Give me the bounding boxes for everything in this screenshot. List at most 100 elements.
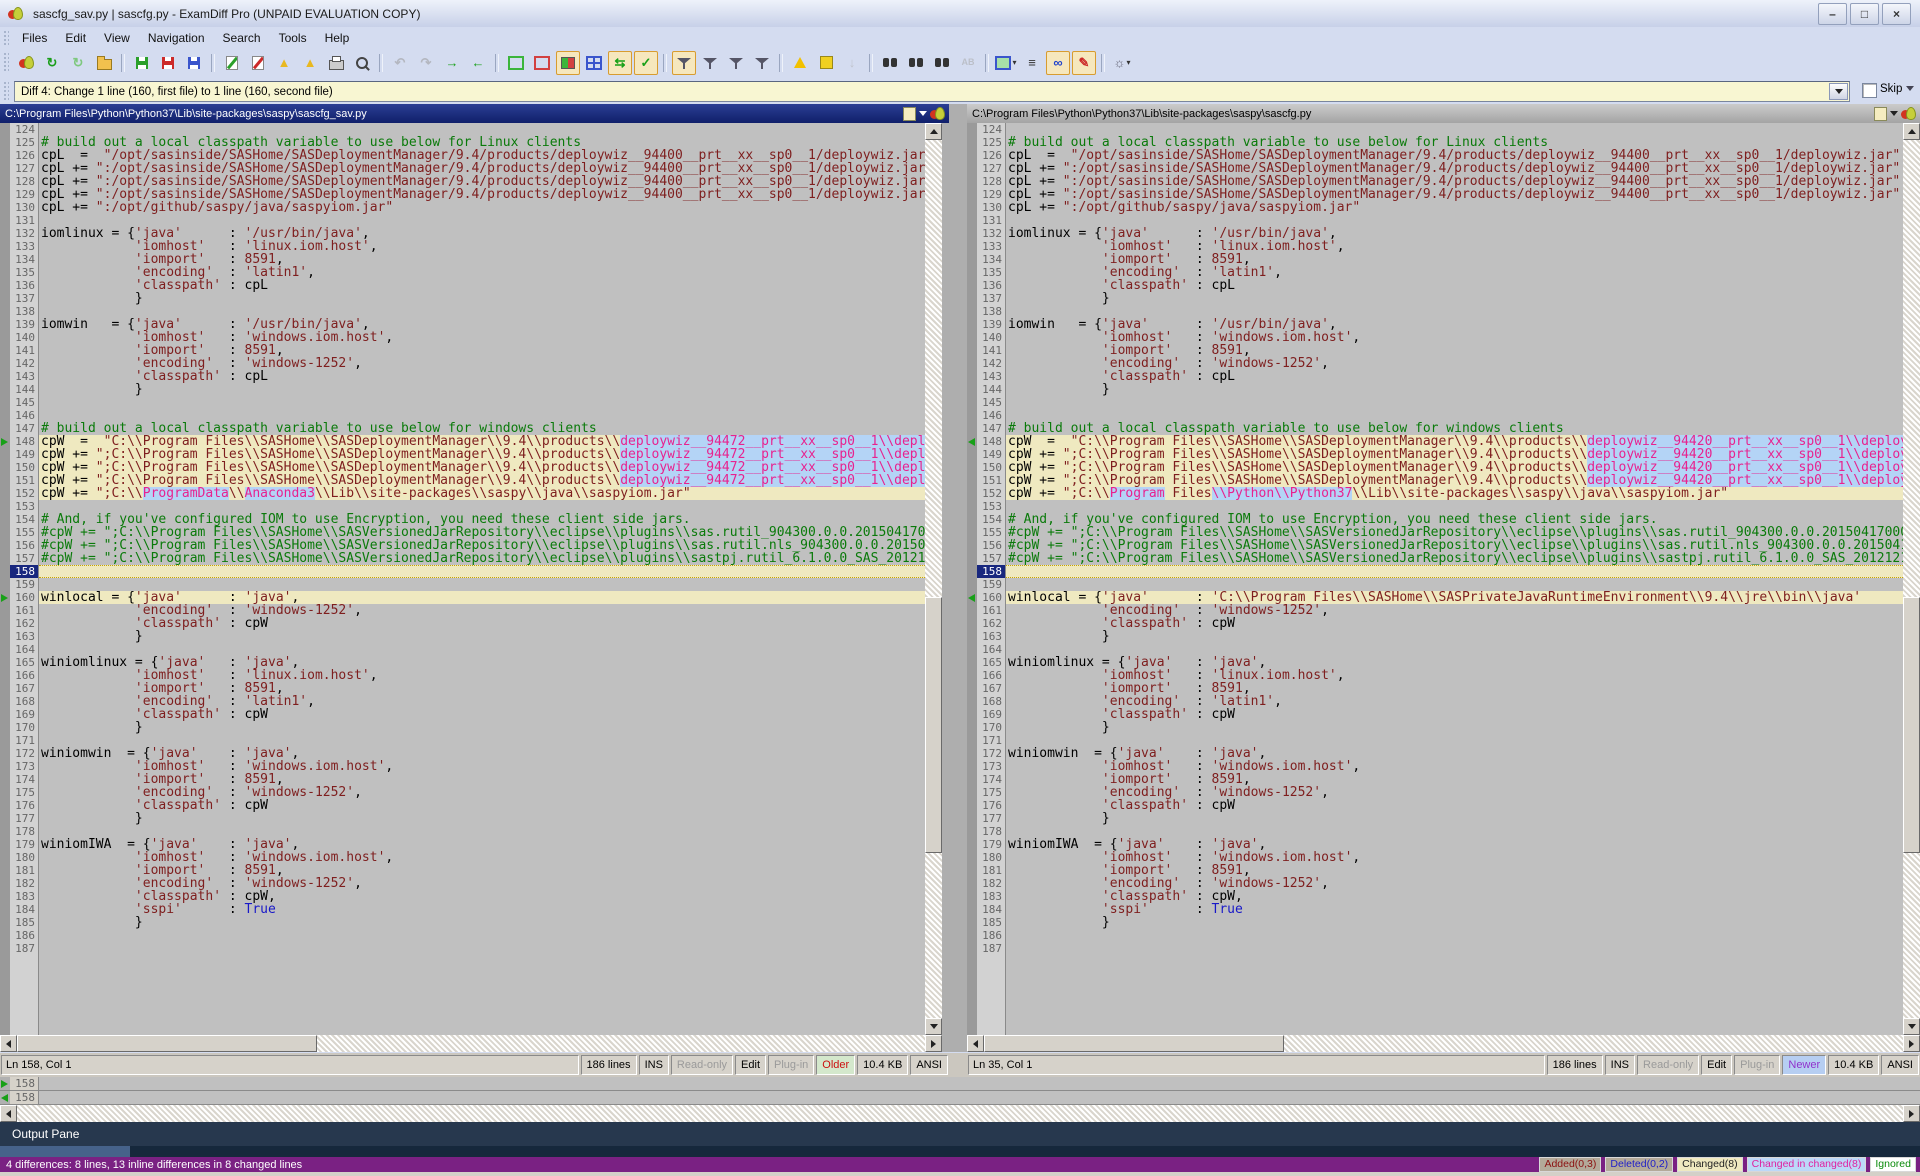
- code-line-148[interactable]: 148cpW = "C:\\Program Files\\SASHome\\SA…: [967, 435, 1903, 448]
- code-line-167[interactable]: 167 'iomport' : 8591,: [0, 682, 925, 695]
- code-line-174[interactable]: 174 'iomport' : 8591,: [967, 773, 1903, 786]
- undo-button[interactable]: ↶: [388, 51, 412, 75]
- code-line-129[interactable]: 129cpL += ":/opt/sasinside/SASHome/SASDe…: [967, 188, 1903, 201]
- menu-item-tools[interactable]: Tools: [270, 29, 316, 47]
- diff-combo-dropdown-icon[interactable]: [1829, 83, 1848, 100]
- code-line-171[interactable]: 171: [0, 734, 925, 747]
- code-line-181[interactable]: 181 'iomport' : 8591,: [0, 864, 925, 877]
- code-line-125[interactable]: 125# build out a local classpath variabl…: [0, 136, 925, 149]
- code-line-132[interactable]: 132iomlinux = {'java' : '/usr/bin/java',: [0, 227, 925, 240]
- grid-view-button[interactable]: [582, 51, 606, 75]
- current-diff-pane-scrollbar[interactable]: [0, 1105, 1920, 1122]
- code-line-170[interactable]: 170 }: [967, 721, 1903, 734]
- edit-first-button[interactable]: [220, 51, 244, 75]
- synchronize-scrolling-button[interactable]: ⇆: [608, 51, 632, 75]
- code-line-161[interactable]: 161 'encoding' : 'windows-1252',: [0, 604, 925, 617]
- code-line-165[interactable]: 165winiomlinux = {'java' : 'java',: [967, 656, 1903, 669]
- code-line-150[interactable]: 150cpW += ";C:\\Program Files\\SASHome\\…: [967, 461, 1903, 474]
- code-line-159[interactable]: 159: [967, 578, 1903, 591]
- toolbar-overflow-chevron-icon[interactable]: [1906, 86, 1914, 91]
- code-line-145[interactable]: 145: [0, 396, 925, 409]
- show-changed-filter-button[interactable]: [750, 51, 774, 75]
- code-line-128[interactable]: 128cpL += ":/opt/sasinside/SASHome/SASDe…: [0, 175, 925, 188]
- code-line-147[interactable]: 147# build out a local classpath variabl…: [0, 422, 925, 435]
- file-actions-icon[interactable]: [1874, 107, 1887, 121]
- menu-grip[interactable]: [3, 30, 9, 45]
- show-all-diffs-filter-button[interactable]: [672, 51, 696, 75]
- highlight-inline-diffs-button[interactable]: [814, 51, 838, 75]
- code-line-144[interactable]: 144 }: [967, 383, 1903, 396]
- find-next-button[interactable]: [904, 51, 928, 75]
- first-file-pane[interactable]: 124125# build out a local classpath vari…: [0, 123, 925, 1035]
- code-line-154[interactable]: 154# And, if you've configured IOM to us…: [967, 513, 1903, 526]
- code-line-172[interactable]: 172winiomwin = {'java' : 'java',: [0, 747, 925, 760]
- code-line-128[interactable]: 128cpL += ":/opt/sasinside/SASHome/SASDe…: [967, 175, 1903, 188]
- code-line-183[interactable]: 183 'classpath' : cpW,: [967, 890, 1903, 903]
- toolbar-grip[interactable]: [3, 52, 9, 72]
- diffbar-grip[interactable]: [3, 81, 9, 100]
- code-line-178[interactable]: 178: [967, 825, 1903, 838]
- code-line-170[interactable]: 170 }: [0, 721, 925, 734]
- code-line-177[interactable]: 177 }: [0, 812, 925, 825]
- line-inspector-button[interactable]: ≡: [1020, 51, 1044, 75]
- code-line-151[interactable]: 151cpW += ";C:\\Program Files\\SASHome\\…: [0, 474, 925, 487]
- code-line-186[interactable]: 186: [967, 929, 1903, 942]
- show-first-pane-button[interactable]: [504, 51, 528, 75]
- code-line-177[interactable]: 177 }: [967, 812, 1903, 825]
- code-line-162[interactable]: 162 'classpath' : cpW: [0, 617, 925, 630]
- code-line-156[interactable]: 156#cpW += ";C:\\Program Files\\SASHome\…: [967, 539, 1903, 552]
- redo-button[interactable]: ↷: [414, 51, 438, 75]
- code-line-178[interactable]: 178: [0, 825, 925, 838]
- find-button[interactable]: [878, 51, 902, 75]
- code-line-160[interactable]: 160winlocal = {'java' : 'java',: [0, 591, 925, 604]
- code-line-176[interactable]: 176 'classpath' : cpW: [0, 799, 925, 812]
- code-line-140[interactable]: 140 'iomhost' : 'windows.iom.host',: [0, 331, 925, 344]
- open-and-compare-button[interactable]: [14, 51, 38, 75]
- code-line-149[interactable]: 149cpW += ";C:\\Program Files\\SASHome\\…: [967, 448, 1903, 461]
- code-line-146[interactable]: 146: [967, 409, 1903, 422]
- code-line-146[interactable]: 146: [0, 409, 925, 422]
- pane-splitter[interactable]: [942, 123, 967, 1052]
- menu-item-navigation[interactable]: Navigation: [139, 29, 214, 47]
- output-pane-tab[interactable]: [0, 1146, 130, 1157]
- edit-second-button[interactable]: [246, 51, 270, 75]
- code-line-186[interactable]: 186: [0, 929, 925, 942]
- code-line-125[interactable]: 125# build out a local classpath variabl…: [967, 136, 1903, 149]
- code-line-174[interactable]: 174 'iomport' : 8591,: [0, 773, 925, 786]
- code-line-166[interactable]: 166 'iomhost' : 'linux.iom.host',: [0, 669, 925, 682]
- code-line-131[interactable]: 131: [967, 214, 1903, 227]
- code-line-171[interactable]: 171: [967, 734, 1903, 747]
- code-line-141[interactable]: 141 'iomport' : 8591,: [967, 344, 1903, 357]
- editor-options-button[interactable]: ✎: [1072, 51, 1096, 75]
- code-line-136[interactable]: 136 'classpath' : cpL: [967, 279, 1903, 292]
- code-line-166[interactable]: 166 'iomhost' : 'linux.iom.host',: [967, 669, 1903, 682]
- code-line-168[interactable]: 168 'encoding' : 'latin1',: [0, 695, 925, 708]
- maximize-button[interactable]: □: [1850, 3, 1879, 25]
- code-line-143[interactable]: 143 'classpath' : cpL: [0, 370, 925, 383]
- code-line-155[interactable]: 155#cpW += ";C:\\Program Files\\SASHome\…: [967, 526, 1903, 539]
- open-files-button[interactable]: [92, 51, 116, 75]
- find-previous-button[interactable]: [930, 51, 954, 75]
- code-line-169[interactable]: 169 'classpath' : cpW: [0, 708, 925, 721]
- code-line-154[interactable]: 154# And, if you've configured IOM to us…: [0, 513, 925, 526]
- file-actions-icon[interactable]: [903, 107, 916, 121]
- code-line-168[interactable]: 168 'encoding' : 'latin1',: [967, 695, 1903, 708]
- current-diff-row[interactable]: 158: [0, 1091, 1920, 1105]
- code-line-142[interactable]: 142 'encoding' : 'windows-1252',: [0, 357, 925, 370]
- swap-and-recompare-button[interactable]: ↻: [66, 51, 90, 75]
- save-both-button[interactable]: [182, 51, 206, 75]
- code-line-133[interactable]: 133 'iomhost' : 'linux.iom.host',: [0, 240, 925, 253]
- code-line-138[interactable]: 138: [967, 305, 1903, 318]
- second-file-pane[interactable]: 124125# build out a local classpath vari…: [967, 123, 1903, 1035]
- file-actions-dropdown-icon[interactable]: [919, 111, 927, 116]
- code-line-159[interactable]: 159: [0, 578, 925, 591]
- previous-difference-button[interactable]: ←: [466, 51, 490, 75]
- save-second-button[interactable]: [156, 51, 180, 75]
- code-line-155[interactable]: 155#cpW += ";C:\\Program Files\\SASHome\…: [0, 526, 925, 539]
- code-line-187[interactable]: 187: [0, 942, 925, 955]
- first-pane-vertical-scrollbar[interactable]: [925, 123, 942, 1035]
- match-case-button[interactable]: AB: [956, 51, 980, 75]
- current-diff-row[interactable]: 158: [0, 1077, 1920, 1091]
- save-first-button[interactable]: [130, 51, 154, 75]
- close-button[interactable]: ×: [1882, 3, 1911, 25]
